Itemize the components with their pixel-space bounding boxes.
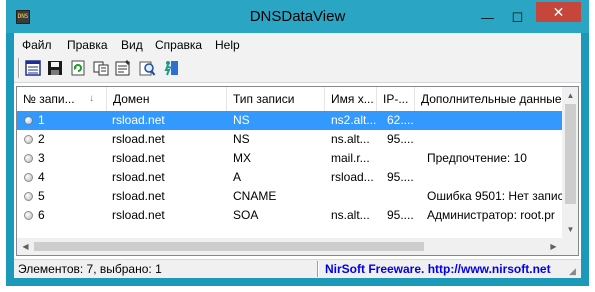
cell-extra-data: Администратор: root.pr bbox=[427, 208, 555, 222]
table-row[interactable]: 5 rsload.net CNAME Ошибка 9501: Нет запи… bbox=[17, 187, 562, 206]
html-report-icon[interactable] bbox=[24, 59, 42, 77]
horizontal-scrollbar[interactable]: ◀ ▶ bbox=[17, 238, 562, 255]
cell-extra-data bbox=[427, 168, 562, 187]
cell-ip bbox=[387, 149, 415, 168]
cell-domain: rsload.net bbox=[112, 113, 165, 127]
table-row[interactable]: 2 rsload.net NS ns.alt... 95.... bbox=[17, 130, 562, 149]
cell-ip: 95.... bbox=[387, 132, 414, 146]
table-row[interactable]: 4 rsload.net A rsload... 95.... bbox=[17, 168, 562, 187]
table-row[interactable]: 6 rsload.net SOA ns.alt... 95.... Админи… bbox=[17, 206, 562, 225]
toolbar bbox=[14, 55, 581, 83]
cell-extra-data: Предпочтение: 10 bbox=[427, 151, 527, 165]
cell-number: 2 bbox=[38, 132, 45, 146]
find-icon[interactable] bbox=[138, 59, 156, 77]
menu-bar: Файл Правка Вид Справка Help bbox=[14, 33, 581, 55]
record-status-icon bbox=[24, 154, 33, 163]
record-status-icon bbox=[24, 116, 33, 125]
column-header-extra-data[interactable]: Дополнительные данные bbox=[415, 87, 562, 111]
menu-file[interactable]: Файл bbox=[22, 37, 52, 53]
cell-host-name: ns.alt... bbox=[331, 208, 370, 222]
menu-edit[interactable]: Правка bbox=[67, 37, 108, 53]
horizontal-scroll-thumb[interactable] bbox=[34, 242, 424, 251]
column-header-record-type[interactable]: Тип записи bbox=[227, 87, 325, 111]
scrollbar-corner bbox=[562, 238, 578, 255]
cell-extra-data: Ошибка 9501: Нет записи bbox=[427, 189, 562, 203]
cell-domain: rsload.net bbox=[112, 151, 165, 165]
cell-record-type: SOA bbox=[233, 208, 259, 222]
cell-record-type: NS bbox=[233, 113, 250, 127]
cell-number: 1 bbox=[38, 113, 45, 127]
column-header-host-name[interactable]: Имя х... bbox=[325, 87, 377, 111]
close-button[interactable]: ✕ bbox=[536, 2, 581, 22]
cell-record-type: MX bbox=[233, 151, 251, 165]
record-status-icon bbox=[24, 135, 33, 144]
column-header-domain[interactable]: Домен bbox=[107, 87, 227, 111]
vertical-scroll-thumb[interactable] bbox=[565, 104, 576, 204]
client-area: Файл Правка Вид Справка Help № запи... ↓… bbox=[14, 33, 581, 278]
resize-grip-icon[interactable]: ◢ bbox=[569, 266, 579, 276]
cell-number: 6 bbox=[38, 208, 45, 222]
scroll-down-arrow-icon[interactable]: ▼ bbox=[562, 221, 578, 238]
cell-number: 3 bbox=[38, 151, 45, 165]
cell-extra-data bbox=[427, 130, 562, 149]
status-divider bbox=[317, 261, 319, 277]
record-status-icon bbox=[24, 211, 33, 220]
copy-icon[interactable] bbox=[92, 59, 110, 77]
scroll-left-arrow-icon[interactable]: ◀ bbox=[17, 238, 34, 255]
cell-record-type: A bbox=[233, 170, 242, 184]
scroll-right-arrow-icon[interactable]: ▶ bbox=[545, 238, 562, 255]
menu-view[interactable]: Вид bbox=[121, 37, 143, 53]
cell-ip: 95.... bbox=[387, 208, 414, 222]
vertical-scrollbar[interactable]: ▲ ▼ bbox=[562, 87, 578, 238]
menu-help[interactable]: Help bbox=[215, 37, 240, 53]
window-title: DNSDataView bbox=[249, 8, 346, 25]
maximize-button[interactable]: ☐ bbox=[504, 8, 531, 28]
column-header-ip[interactable]: IP-... bbox=[377, 87, 415, 111]
refresh-icon[interactable] bbox=[69, 59, 87, 77]
save-icon[interactable] bbox=[46, 59, 64, 77]
cell-host-name: rsload... bbox=[331, 170, 374, 184]
cell-domain: rsload.net bbox=[112, 170, 165, 184]
menu-help-ru[interactable]: Справка bbox=[155, 37, 202, 53]
cell-host-name: ns2.alt... bbox=[331, 113, 376, 127]
cell-number: 5 bbox=[38, 189, 45, 203]
cell-record-type: NS bbox=[233, 132, 250, 146]
cell-domain: rsload.net bbox=[112, 132, 165, 146]
app-window: DNS DNSDataView — ☐ ✕ Файл Правка Вид Сп… bbox=[6, 0, 589, 286]
cell-host-name bbox=[331, 187, 376, 206]
cell-ip: 62.... bbox=[387, 113, 414, 127]
cell-domain: rsload.net bbox=[112, 189, 165, 203]
status-bar: Элементов: 7, выбрано: 1 NirSoft Freewar… bbox=[14, 259, 581, 278]
scroll-up-arrow-icon[interactable]: ▲ bbox=[562, 87, 578, 104]
column-header-number[interactable]: № запи... ↓ bbox=[17, 87, 107, 111]
cell-host-name: ns.alt... bbox=[331, 132, 370, 146]
cell-extra-data bbox=[427, 111, 562, 130]
toolbar-separator bbox=[18, 58, 20, 78]
table-row[interactable]: 1 rsload.net NS ns2.alt... 62.... bbox=[17, 111, 562, 130]
record-status-icon bbox=[24, 192, 33, 201]
cell-domain: rsload.net bbox=[112, 208, 165, 222]
exit-icon[interactable] bbox=[162, 59, 180, 77]
status-item-count: Элементов: 7, выбрано: 1 bbox=[18, 262, 162, 276]
cell-number: 4 bbox=[38, 170, 45, 184]
title-bar[interactable]: DNS DNSDataView — ☐ ✕ bbox=[6, 0, 589, 33]
record-status-icon bbox=[24, 173, 33, 182]
minimize-button[interactable]: — bbox=[474, 8, 501, 28]
column-header-label: № запи... bbox=[23, 92, 75, 106]
list-header: № запи... ↓ Домен Тип записи Имя х... IP… bbox=[17, 87, 562, 112]
sort-arrow-icon: ↓ bbox=[89, 93, 94, 104]
records-list[interactable]: № запи... ↓ Домен Тип записи Имя х... IP… bbox=[16, 86, 579, 256]
table-row[interactable]: 3 rsload.net MX mail.r... Предпочтение: … bbox=[17, 149, 562, 168]
cell-ip bbox=[387, 187, 415, 206]
nirsoft-link[interactable]: NirSoft Freeware. http://www.nirsoft.net bbox=[325, 260, 551, 278]
cell-ip: 95.... bbox=[387, 170, 414, 184]
properties-icon[interactable] bbox=[114, 59, 132, 77]
cell-record-type: CNAME bbox=[233, 189, 277, 203]
cell-host-name: mail.r... bbox=[331, 151, 370, 165]
